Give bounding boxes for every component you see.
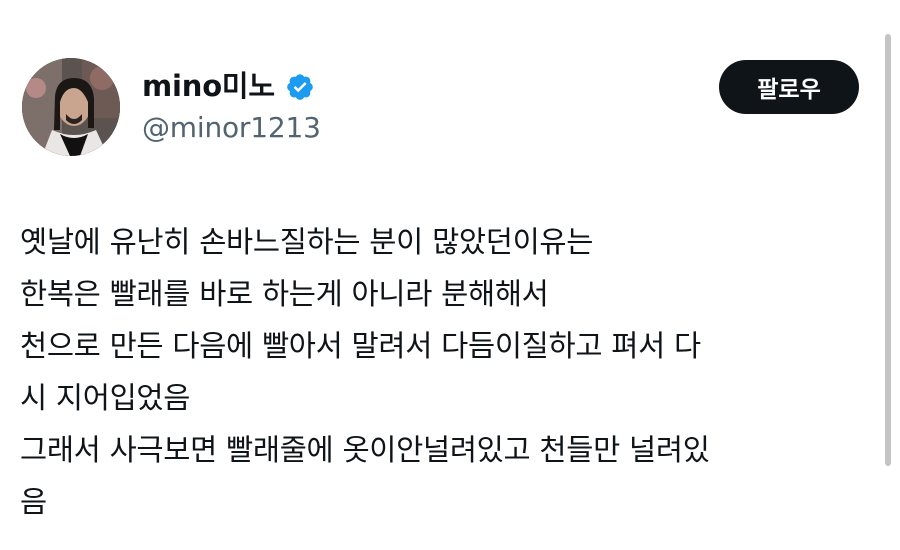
tweet-text-line: 천으로 만든 다음에 빨아서 말려서 다듬이질하고 펴서 다 bbox=[20, 329, 701, 363]
display-name-row: mino미노 bbox=[142, 66, 315, 106]
display-name[interactable]: mino미노 bbox=[142, 66, 275, 106]
user-handle[interactable]: @minor1213 bbox=[142, 108, 321, 148]
avatar[interactable] bbox=[22, 58, 120, 156]
scrollbar-thumb[interactable] bbox=[885, 34, 891, 466]
tweet-text-line: 그래서 사극보면 빨래줄에 옷이안널려있고 천들만 널려있 bbox=[20, 433, 710, 467]
verified-badge-icon[interactable] bbox=[285, 72, 315, 102]
tweet-text-line: 한복은 빨래를 바로 하는게 아니라 분해해서 bbox=[20, 277, 549, 311]
tweet-text-line: 옛날에 유난히 손바느질하는 분이 많았던이유는 bbox=[20, 225, 594, 259]
tweet-text-line: 시 지어입었음 bbox=[20, 381, 191, 415]
tweet-text: 옛날에 유난히 손바느질하는 분이 많았던이유는 한복은 빨래를 바로 하는게 … bbox=[20, 216, 850, 528]
tweet-text-line: 음 bbox=[20, 485, 47, 519]
avatar-image bbox=[22, 58, 120, 156]
follow-button[interactable]: 팔로우 bbox=[719, 60, 859, 114]
